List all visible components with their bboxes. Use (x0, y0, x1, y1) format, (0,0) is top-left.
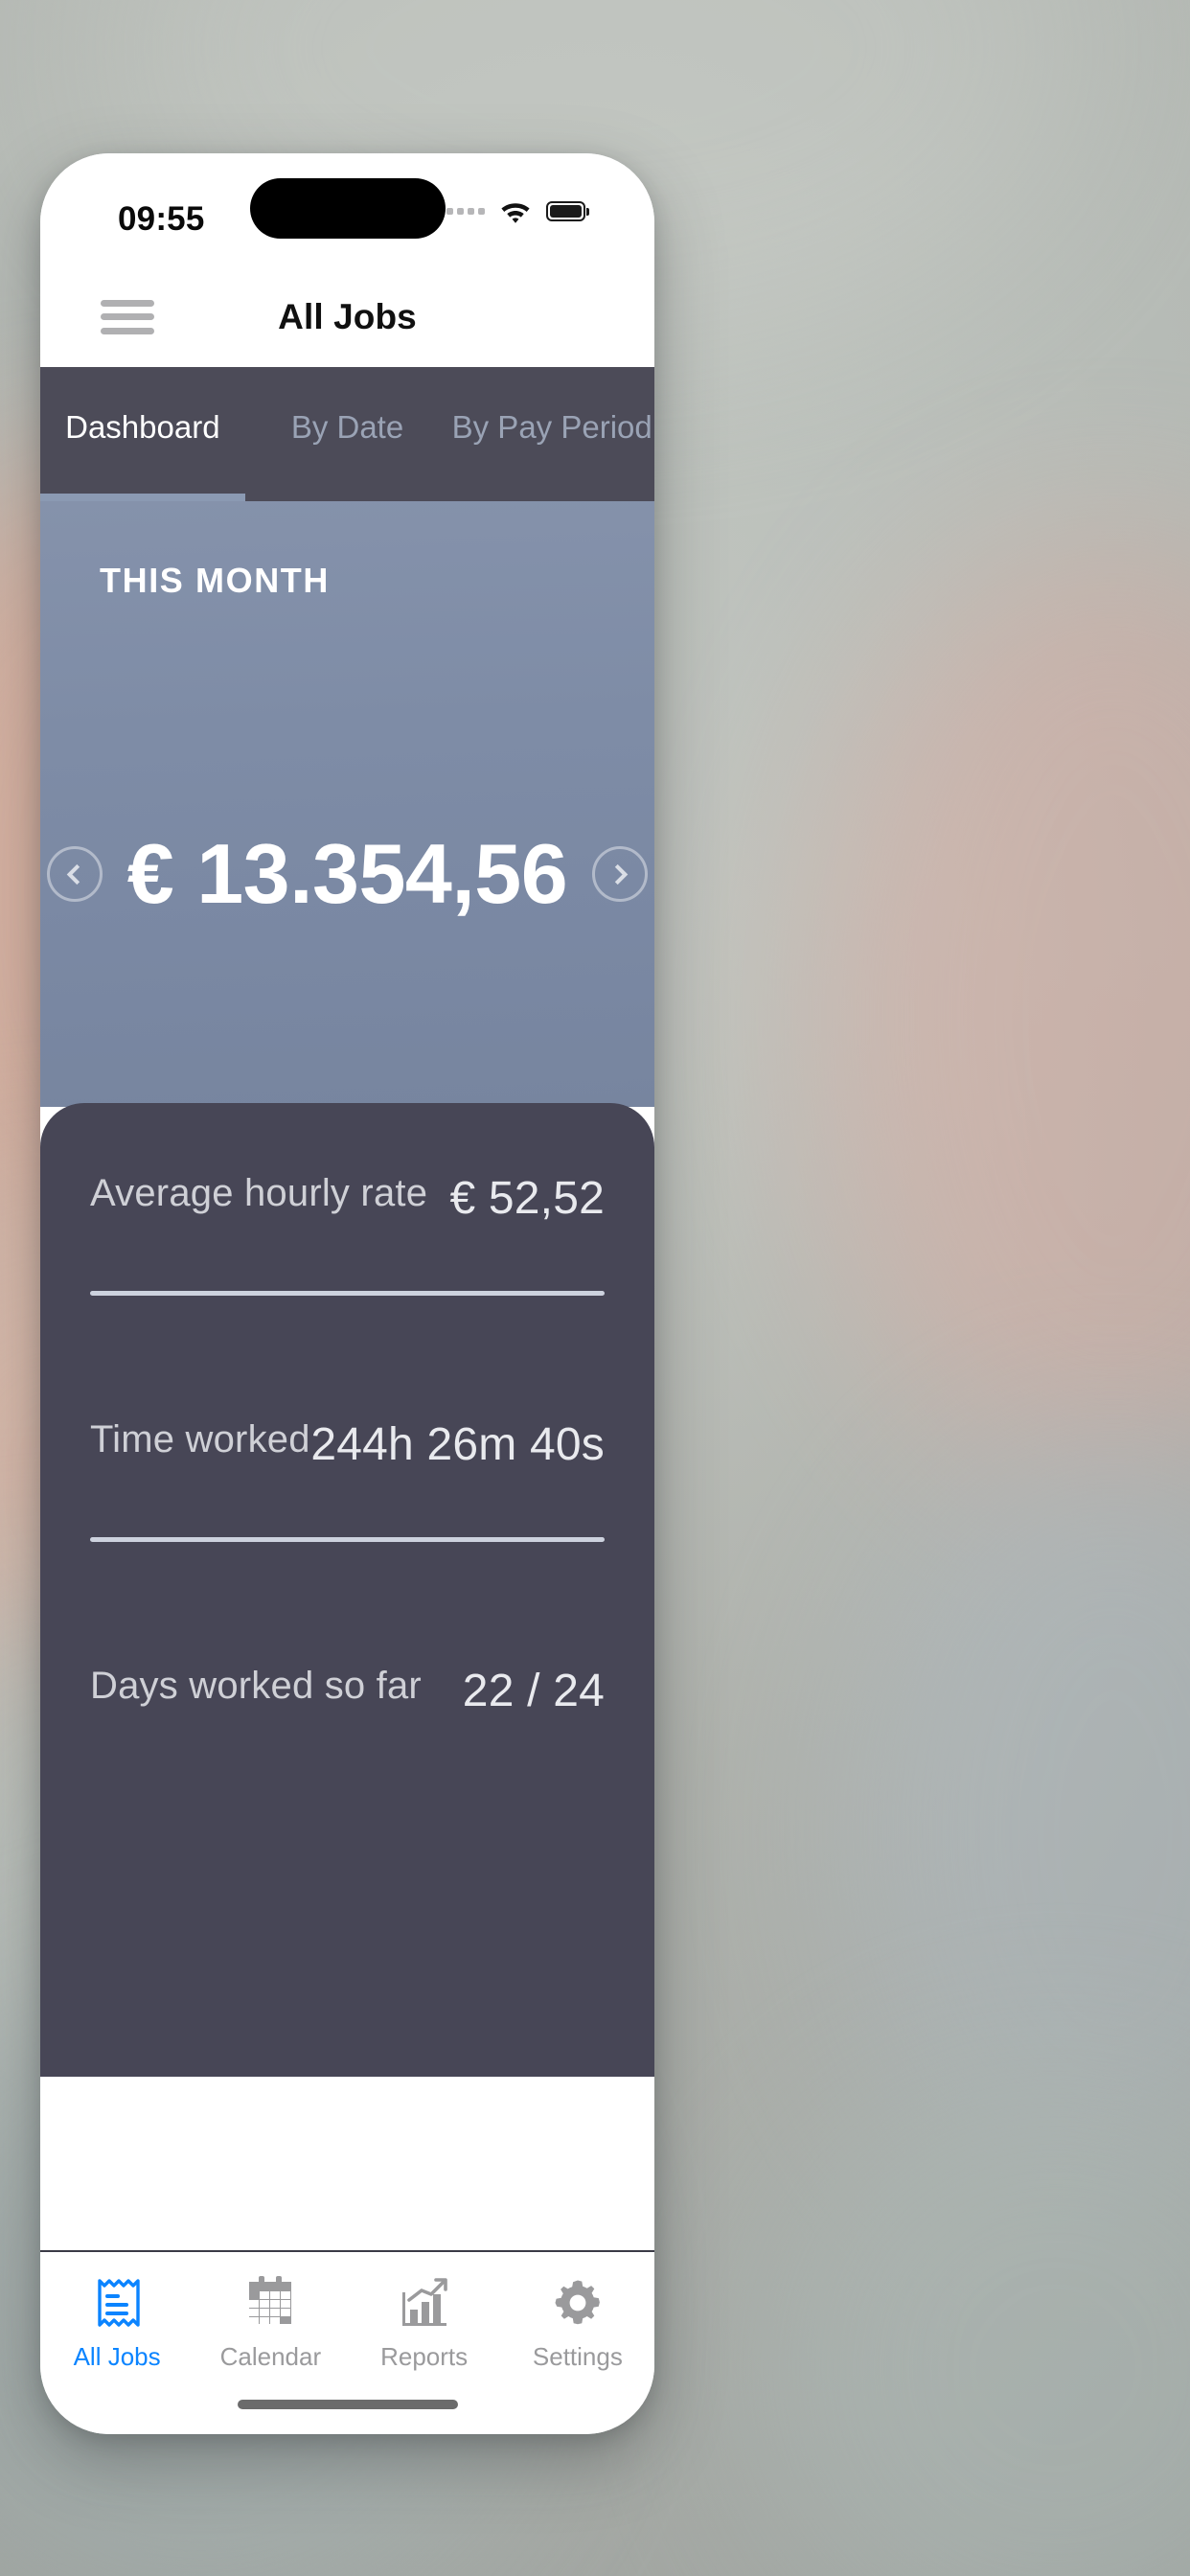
stat-divider (90, 1537, 605, 1542)
stat-row-average-hourly-rate[interactable]: Average hourly rate € 52,52 (90, 1103, 605, 1349)
bottom-tab-label: Reports (380, 2342, 469, 2371)
status-indicators (446, 199, 585, 223)
tab-by-date-label: By Date (290, 409, 404, 445)
navigation-bar: All Jobs (40, 266, 654, 367)
wifi-icon (499, 199, 532, 223)
page-title: All Jobs (278, 296, 417, 336)
segment-tab-strip: Dashboard By Date By Pay Period (40, 367, 654, 501)
hamburger-menu-icon[interactable] (101, 296, 154, 338)
bottom-tab-calendar[interactable]: Calendar (194, 2273, 347, 2372)
tab-by-pay-period-label: By Pay Period (451, 409, 652, 445)
dynamic-island (249, 178, 446, 239)
hero-amount-row: € 13.354,56 (40, 825, 654, 923)
hero-total-amount: € 13.354,56 (126, 826, 568, 921)
signal-dots-icon (446, 208, 485, 215)
stat-row-days-worked[interactable]: Days worked so far 22 / 24 (90, 1596, 605, 1842)
tab-dashboard[interactable]: Dashboard (40, 367, 245, 501)
stat-value: € 52,52 (449, 1173, 605, 1224)
bottom-tab-all-jobs[interactable]: All Jobs (40, 2273, 194, 2372)
chevron-left-circle-icon[interactable] (46, 846, 103, 902)
bottom-tab-reports[interactable]: Reports (348, 2273, 501, 2372)
receipt-icon (92, 2273, 142, 2333)
stat-label: Time worked (90, 1418, 310, 1460)
bottom-tab-label: Settings (532, 2342, 623, 2371)
bottom-tab-settings[interactable]: Settings (501, 2273, 654, 2372)
status-time: 09:55 (118, 200, 205, 238)
battery-icon (546, 201, 585, 221)
stat-value: 22 / 24 (462, 1666, 605, 1716)
stat-divider (90, 1291, 605, 1296)
tab-dashboard-label: Dashboard (65, 409, 220, 445)
tab-active-underline (40, 494, 245, 501)
chevron-right-circle-icon[interactable] (592, 846, 649, 902)
stat-value: 244h 26m 40s (310, 1419, 605, 1470)
phone-device-frame: 09:55 All Jobs Dashboard By Date By Pay … (40, 153, 654, 2434)
stat-label: Average hourly rate (90, 1172, 428, 1214)
bottom-tab-label: Calendar (219, 2342, 322, 2371)
hero-period-label: THIS MONTH (100, 561, 330, 600)
stats-card: Average hourly rate € 52,52 Time worked … (40, 1103, 654, 2077)
status-bar: 09:55 (40, 153, 654, 266)
tab-by-date[interactable]: By Date (245, 367, 450, 501)
bottom-tab-bar: All Jobs Calendar Reports Settings (40, 2250, 654, 2434)
bar-chart-icon (397, 2273, 452, 2333)
home-indicator[interactable] (237, 2400, 458, 2409)
summary-hero-panel: THIS MONTH € 13.354,56 (40, 501, 654, 1107)
stat-row-time-worked[interactable]: Time worked 244h 26m 40s (90, 1349, 605, 1596)
tab-by-pay-period[interactable]: By Pay Period (449, 367, 654, 501)
bottom-tab-label: All Jobs (73, 2342, 161, 2371)
gear-icon (551, 2273, 605, 2333)
calendar-icon (242, 2273, 298, 2333)
stat-label: Days worked so far (90, 1665, 422, 1707)
